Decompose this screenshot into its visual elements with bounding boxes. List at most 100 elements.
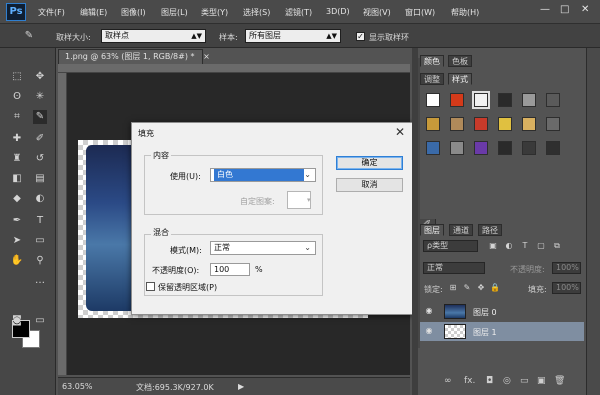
shape-tool-icon[interactable]: ▭ bbox=[33, 234, 47, 248]
filter-shape-icon[interactable]: ▢ bbox=[534, 239, 548, 253]
style-swatch[interactable] bbox=[474, 141, 488, 155]
filter-image-icon[interactable]: ▣ bbox=[486, 239, 500, 253]
menu-edit[interactable]: 编辑(E) bbox=[80, 7, 107, 18]
right-scrollbar[interactable] bbox=[586, 48, 600, 395]
hand-tool-icon[interactable]: ✋ bbox=[10, 254, 24, 268]
minimize-button[interactable]: — bbox=[540, 4, 550, 15]
lock-position-icon[interactable]: ✥ bbox=[474, 281, 488, 295]
preserve-transparency-checkbox[interactable] bbox=[146, 282, 155, 291]
marquee-tool-icon[interactable]: ⬚ bbox=[10, 70, 24, 84]
fill-input[interactable]: 100% bbox=[552, 282, 581, 294]
cancel-button[interactable]: 取消 bbox=[336, 178, 403, 192]
close-icon[interactable]: ✕ bbox=[395, 125, 405, 139]
style-swatch[interactable] bbox=[546, 141, 560, 155]
add-mask-icon[interactable]: ◘ bbox=[486, 376, 493, 386]
style-swatch[interactable] bbox=[426, 93, 440, 107]
menu-view[interactable]: 视图(V) bbox=[363, 7, 391, 18]
zoom-level[interactable]: 63.05% bbox=[62, 382, 93, 391]
link-layers-icon[interactable]: ∞ bbox=[444, 376, 452, 386]
lock-all-icon[interactable]: 🔒 bbox=[488, 281, 502, 295]
menu-3d[interactable]: 3D(D) bbox=[326, 7, 350, 16]
adjustment-layer-icon[interactable]: ◎ bbox=[503, 376, 511, 386]
sample-size-select[interactable]: 取样点 ▲▼ bbox=[101, 29, 206, 43]
eye-icon[interactable]: ◉ bbox=[424, 306, 434, 316]
close-window-button[interactable]: ✕ bbox=[581, 4, 589, 15]
status-menu-arrow-icon[interactable]: ▶ bbox=[238, 382, 244, 391]
style-swatch[interactable] bbox=[546, 93, 560, 107]
menu-select[interactable]: 选择(S) bbox=[243, 7, 270, 18]
opacity-input[interactable]: 100 bbox=[210, 263, 250, 276]
clone-stamp-icon[interactable]: ♜ bbox=[10, 152, 24, 166]
magic-wand-icon[interactable]: ✳ bbox=[33, 90, 47, 104]
menu-layer[interactable]: 图层(L) bbox=[161, 7, 188, 18]
lock-pixels-icon[interactable]: ⊞ bbox=[446, 281, 460, 295]
group-folder-icon[interactable]: ▭ bbox=[520, 376, 529, 386]
style-swatch[interactable] bbox=[498, 141, 512, 155]
crop-tool-icon[interactable]: ⌗ bbox=[10, 110, 24, 124]
gradient-tool-icon[interactable]: ▤ bbox=[33, 172, 47, 186]
tab-adjustments[interactable]: 调整 bbox=[420, 73, 444, 85]
style-swatch[interactable] bbox=[474, 93, 488, 107]
blend-mode-select[interactable]: 正常 bbox=[423, 262, 485, 274]
tab-layers[interactable]: 图层 bbox=[420, 224, 444, 236]
tab-paths[interactable]: 路径 bbox=[478, 224, 502, 236]
healing-brush-icon[interactable]: ✚ bbox=[10, 132, 24, 146]
eraser-tool-icon[interactable]: ◧ bbox=[10, 172, 24, 186]
zoom-tool-icon[interactable]: ⚲ bbox=[33, 254, 47, 268]
style-swatch[interactable] bbox=[498, 93, 512, 107]
new-layer-icon[interactable]: ▣ bbox=[537, 376, 546, 386]
style-swatch[interactable] bbox=[498, 117, 512, 131]
lasso-tool-icon[interactable]: ʘ bbox=[10, 90, 24, 104]
menu-window[interactable]: 窗口(W) bbox=[405, 7, 435, 18]
tab-color[interactable]: 颜色 bbox=[420, 55, 444, 67]
more-tools-icon[interactable]: … bbox=[33, 274, 47, 288]
style-swatch[interactable] bbox=[546, 117, 560, 131]
style-swatch[interactable] bbox=[450, 117, 464, 131]
style-swatch[interactable] bbox=[474, 117, 488, 131]
lock-brush-icon[interactable]: ✎ bbox=[460, 281, 474, 295]
style-swatch[interactable] bbox=[522, 141, 536, 155]
move-tool-icon[interactable]: ✥ bbox=[33, 70, 47, 84]
blur-tool-icon[interactable]: ◆ bbox=[10, 192, 24, 206]
style-swatch[interactable] bbox=[522, 93, 536, 107]
document-tab[interactable]: 1.png @ 63% (图层 1, RGB/8#) * × bbox=[58, 49, 210, 64]
path-select-icon[interactable]: ➤ bbox=[10, 234, 24, 248]
fx-icon[interactable]: fx. bbox=[464, 376, 475, 386]
maximize-button[interactable]: □ bbox=[560, 4, 569, 15]
menu-filter[interactable]: 滤镜(T) bbox=[285, 7, 312, 18]
kind-filter-select[interactable]: ρ类型 bbox=[423, 240, 478, 252]
style-swatch[interactable] bbox=[450, 141, 464, 155]
brush-tool-icon[interactable]: ✐ bbox=[33, 132, 47, 146]
dodge-tool-icon[interactable]: ◐ bbox=[33, 192, 47, 206]
layer-row-1[interactable]: ◉ 图层 1 bbox=[420, 322, 584, 341]
style-swatch[interactable] bbox=[522, 117, 536, 131]
tab-styles[interactable]: 样式 bbox=[448, 73, 472, 85]
layer-opacity-input[interactable]: 100% bbox=[552, 262, 581, 274]
eyedropper-icon[interactable]: ✎ bbox=[22, 29, 36, 43]
menu-image[interactable]: 图像(I) bbox=[121, 7, 146, 18]
sample-select[interactable]: 所有图层 ▲▼ bbox=[245, 29, 341, 43]
tab-channels[interactable]: 通道 bbox=[449, 224, 473, 236]
history-brush-icon[interactable]: ↺ bbox=[33, 152, 47, 166]
filter-smart-icon[interactable]: ⧉ bbox=[550, 239, 564, 253]
pen-tool-icon[interactable]: ✒ bbox=[10, 214, 24, 228]
type-tool-icon[interactable]: T bbox=[33, 214, 47, 228]
tab-swatches[interactable]: 色板 bbox=[448, 55, 472, 67]
eye-icon[interactable]: ◉ bbox=[424, 326, 434, 336]
menu-help[interactable]: 帮助(H) bbox=[451, 7, 479, 18]
eyedropper-tool-icon[interactable]: ✎ bbox=[33, 110, 47, 124]
screen-mode-icon[interactable]: ▭ bbox=[33, 314, 47, 328]
layer-row-0[interactable]: ◉ 图层 0 bbox=[420, 302, 584, 321]
use-select[interactable]: 白色 ⌄ bbox=[210, 168, 316, 182]
close-icon[interactable]: × bbox=[203, 52, 210, 61]
trash-icon[interactable]: 🗑 bbox=[554, 376, 565, 386]
quick-mask-icon[interactable]: ◙ bbox=[10, 314, 24, 328]
ok-button[interactable]: 确定 bbox=[336, 156, 403, 170]
menu-file[interactable]: 文件(F) bbox=[38, 7, 65, 18]
filter-adjust-icon[interactable]: ◐ bbox=[502, 239, 516, 253]
menu-type[interactable]: 类型(Y) bbox=[201, 7, 228, 18]
style-swatch[interactable] bbox=[426, 117, 440, 131]
filter-type-icon[interactable]: T bbox=[518, 239, 532, 253]
style-swatch[interactable] bbox=[426, 141, 440, 155]
mode-select[interactable]: 正常 ⌄ bbox=[210, 241, 316, 255]
